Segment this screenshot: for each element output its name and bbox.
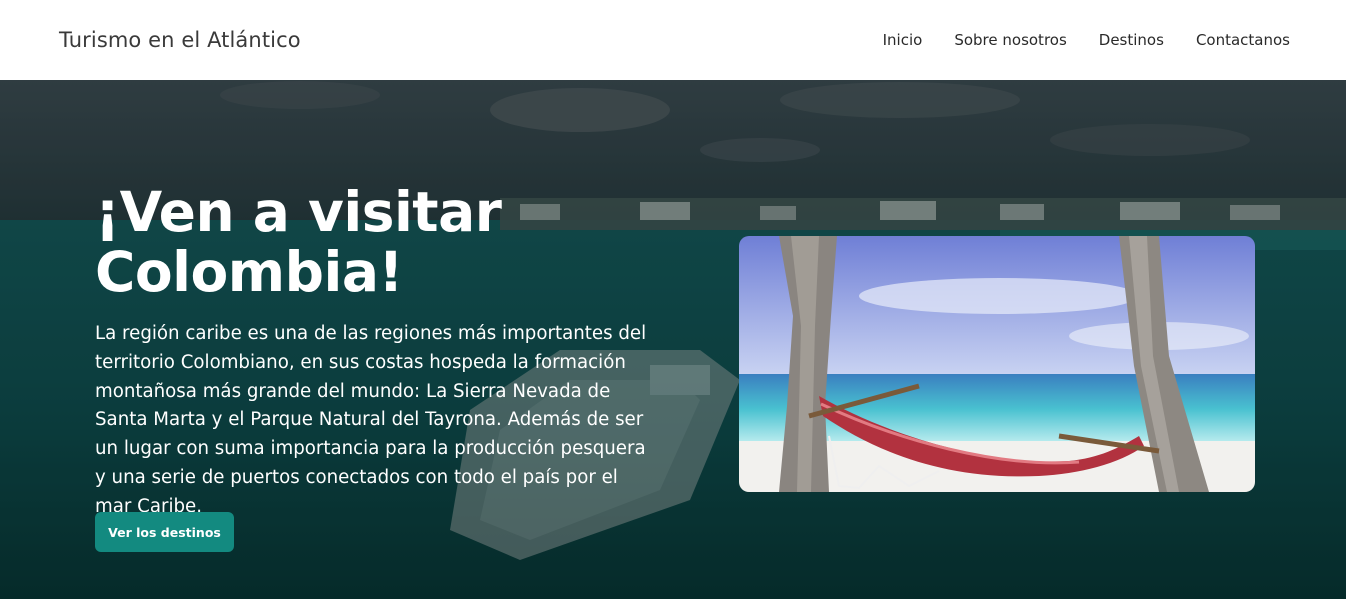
nav-links: Inicio Sobre nosotros Destinos Contactan… xyxy=(867,31,1290,49)
see-destinations-button[interactable]: Ver los destinos xyxy=(95,512,234,552)
nav-link-sobre-nosotros[interactable]: Sobre nosotros xyxy=(938,31,1082,49)
nav-link-inicio[interactable]: Inicio xyxy=(867,31,939,49)
nav-link-destinos[interactable]: Destinos xyxy=(1083,31,1180,49)
brand-link[interactable]: Turismo en el Atlántico xyxy=(59,28,301,52)
hero-title: ¡Ven a visitar Colombia! xyxy=(95,180,502,304)
hero-description: La región caribe es una de las regiones … xyxy=(95,323,647,517)
navbar: Turismo en el Atlántico Inicio Sobre nos… xyxy=(0,0,1346,80)
beach-hammock-image xyxy=(739,236,1255,492)
nav-link-contactanos[interactable]: Contactanos xyxy=(1180,31,1290,49)
hero-section: ¡Ven a visitar Colombia! La región carib… xyxy=(0,80,1346,599)
